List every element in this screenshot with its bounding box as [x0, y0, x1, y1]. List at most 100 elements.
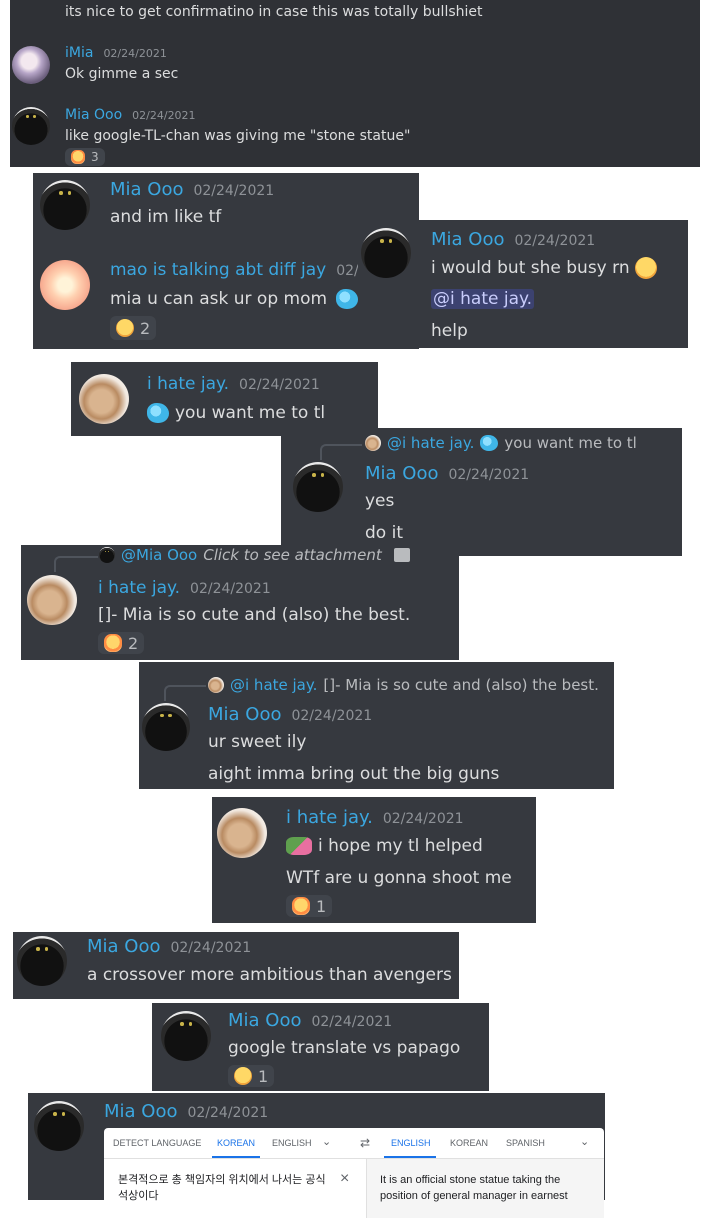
- message-card: Mia Ooo 02/24/2021 google translate vs pa…: [152, 1003, 489, 1091]
- frog-emoji-icon: [286, 837, 312, 855]
- message-text: like google-TL-chan was giving me "stone…: [65, 128, 411, 144]
- message-text: i would but she busy rn: [431, 257, 658, 279]
- mention[interactable]: @i hate jay.: [431, 289, 535, 309]
- message-text: you want me to tl: [147, 403, 325, 423]
- username[interactable]: Mia Ooo 02/24/2021: [110, 179, 274, 200]
- timestamp: 02/24/2021: [448, 467, 530, 483]
- laughing-emoji-icon: [116, 319, 134, 337]
- message-text: google translate vs papago: [228, 1038, 461, 1058]
- timestamp: 02/24/2021: [382, 811, 464, 827]
- timestamp: 02/24/2021: [187, 1105, 269, 1121]
- username[interactable]: i hate jay. 02/24/2021: [286, 807, 464, 828]
- message-text: WTf are u gonna shoot me: [286, 868, 512, 888]
- timestamp: 02/24/2021: [291, 708, 373, 724]
- timestamp: 02/24/2021: [239, 377, 320, 393]
- message-text: mia u can ask ur op mom: [110, 289, 359, 309]
- tab-korean-source[interactable]: KOREAN: [217, 1138, 255, 1148]
- timestamp: 02/24/2021: [514, 233, 596, 249]
- swap-languages-icon[interactable]: ⇄: [360, 1136, 370, 1150]
- translate-attachment[interactable]: DETECT LANGUAGE KOREAN ENGLISH ⌄ ⇄ ENGLI…: [104, 1128, 604, 1218]
- reply-spine: [320, 444, 362, 460]
- chevron-down-icon[interactable]: ⌄: [580, 1135, 589, 1148]
- message-text: do it: [365, 523, 403, 543]
- avatar[interactable]: [161, 1011, 211, 1061]
- laughing-emoji-icon: [234, 1067, 252, 1085]
- message-text: ur sweet ily: [208, 732, 307, 752]
- chevron-down-icon[interactable]: ⌄: [322, 1135, 331, 1148]
- reaction[interactable]: 2: [110, 316, 157, 340]
- avatar[interactable]: [27, 575, 77, 625]
- reply-spine: [54, 556, 98, 572]
- active-tab-underline: [384, 1156, 436, 1158]
- timestamp: 02/24/2021: [170, 940, 252, 956]
- avatar[interactable]: [293, 462, 343, 512]
- avatar[interactable]: [17, 936, 67, 986]
- username[interactable]: mao is talking abt diff jay 02/: [110, 260, 359, 280]
- username[interactable]: i hate jay. 02/24/2021: [147, 374, 320, 394]
- message-card: @i hate jay. []- Mia is so cute and (als…: [139, 662, 614, 789]
- username[interactable]: Mia Ooo 02/24/2021: [431, 229, 595, 250]
- message-text: a crossover more ambitious than avengers: [87, 965, 452, 985]
- source-text-input[interactable]: 본격적으로 총 책임자의 위치에서 나서는 공식 석상이다: [118, 1172, 338, 1204]
- tab-korean-target[interactable]: KOREAN: [450, 1138, 488, 1148]
- message-card: its nice to get confirmatino in case thi…: [10, 0, 700, 167]
- username[interactable]: Mia Ooo 02/24/2021: [65, 107, 196, 123]
- avatar[interactable]: [12, 107, 50, 145]
- avatar[interactable]: [142, 703, 190, 751]
- reply-preview[interactable]: @i hate jay. []- Mia is so cute and (als…: [208, 676, 599, 694]
- message-card: Mia Ooo 02/24/2021 i would but she busy r…: [358, 220, 688, 348]
- message-text: yes: [365, 491, 395, 511]
- timestamp: 02/24/2021: [103, 47, 167, 60]
- message-text: aight imma bring out the big guns: [208, 764, 500, 784]
- blob-emoji-icon: [336, 289, 359, 309]
- message-text: i hope my tl helped: [286, 836, 483, 856]
- translation-result: It is an official stone statue taking th…: [380, 1174, 568, 1202]
- username[interactable]: Mia Ooo 02/24/2021: [87, 936, 251, 957]
- reply-preview[interactable]: @Mia Ooo Click to see attachment: [99, 546, 410, 564]
- tab-english-source[interactable]: ENGLISH: [272, 1138, 312, 1148]
- reaction[interactable]: 3: [65, 148, 105, 166]
- avatar[interactable]: [40, 180, 90, 230]
- squish-emoji-icon: [292, 897, 310, 915]
- username[interactable]: i hate jay. 02/24/2021: [98, 578, 271, 598]
- divider: [366, 1158, 367, 1218]
- clear-icon[interactable]: ×: [340, 1170, 349, 1188]
- message-card: i hate jay. 02/24/2021 i hope my tl helpe…: [212, 797, 536, 923]
- avatar[interactable]: [79, 374, 129, 424]
- reply-spine: [164, 685, 206, 701]
- message-card: Mia Ooo 02/24/2021 a crossover more ambit…: [13, 932, 459, 999]
- message-text: and im like tf: [110, 207, 222, 227]
- avatar[interactable]: [12, 46, 50, 84]
- avatar: [208, 677, 224, 693]
- username[interactable]: Mia Ooo 02/24/2021: [104, 1101, 268, 1122]
- tab-english-target[interactable]: ENGLISH: [391, 1138, 431, 1148]
- reaction[interactable]: 1: [228, 1065, 275, 1087]
- reaction[interactable]: 1: [286, 895, 333, 917]
- timestamp: 02/24/2021: [132, 109, 196, 122]
- message-card: @i hate jay. you want me to tl Mia Ooo 02…: [281, 428, 682, 556]
- squish-emoji-icon: [71, 150, 85, 164]
- squish-emoji-icon: [104, 634, 122, 652]
- avatar[interactable]: [217, 808, 267, 858]
- avatar: [99, 547, 115, 563]
- tab-detect-language[interactable]: DETECT LANGUAGE: [113, 1138, 201, 1148]
- timestamp: 02/24/2021: [193, 183, 275, 199]
- reply-preview[interactable]: @i hate jay. you want me to tl: [365, 434, 637, 452]
- blob-emoji-icon: [480, 435, 499, 451]
- username[interactable]: Mia Ooo 02/24/2021: [208, 704, 372, 725]
- image-icon: [393, 548, 410, 562]
- avatar[interactable]: [34, 1101, 84, 1151]
- reaction[interactable]: 2: [98, 632, 145, 654]
- username[interactable]: iMia 02/24/2021: [65, 45, 167, 61]
- avatar[interactable]: [40, 260, 90, 310]
- tab-spanish-target[interactable]: SPANISH: [506, 1138, 545, 1148]
- message-card: @Mia Ooo Click to see attachment i hate …: [21, 545, 459, 660]
- language-bar: DETECT LANGUAGE KOREAN ENGLISH ⌄ ⇄ ENGLI…: [104, 1128, 604, 1159]
- avatar: [365, 435, 381, 451]
- timestamp: 02/24/2021: [190, 581, 271, 597]
- blob-emoji-icon: [147, 403, 169, 423]
- username[interactable]: Mia Ooo 02/24/2021: [365, 463, 529, 484]
- username[interactable]: Mia Ooo 02/24/2021: [228, 1010, 392, 1031]
- message-text: Ok gimme a sec: [65, 66, 179, 82]
- avatar[interactable]: [361, 228, 411, 278]
